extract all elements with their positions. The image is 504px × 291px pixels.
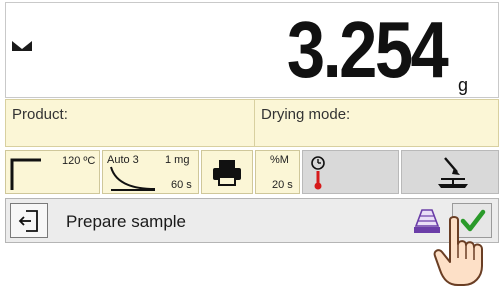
print-interval-value: %M (270, 154, 289, 166)
drying-mode-label: Drying mode: (261, 106, 351, 123)
balance-screen: 3.254 g Product: Drying mode: 120 ºC Aut… (0, 0, 504, 291)
action-bar: Prepare sample (5, 198, 499, 243)
finish-interval: 60 s (171, 179, 192, 191)
print-interval-tile[interactable]: %M 20 s (255, 150, 300, 194)
pointing-hand-icon (433, 216, 483, 286)
exit-button[interactable] (10, 203, 48, 238)
drying-temperature: 120 ºC (62, 155, 96, 167)
printer-tile[interactable] (201, 150, 253, 194)
clock-thermometer-icon (311, 156, 325, 190)
product-field[interactable]: Product: (6, 100, 255, 146)
stable-weight-icon (12, 41, 32, 51)
print-interval-time: 20 s (272, 179, 293, 191)
drying-mode-field[interactable]: Drying mode: (255, 100, 498, 146)
finish-threshold: 1 mg (165, 154, 190, 166)
mass-readout: 3.254 (286, 5, 449, 94)
temperature-timer-tile[interactable] (302, 150, 399, 194)
parameter-bar: 120 ºC Auto 3 1 mg 60 s %M 20 s (5, 150, 499, 194)
exit-icon (18, 210, 38, 232)
sample-pan-arrow-icon (438, 157, 468, 188)
finish-mode-tile[interactable]: Auto 3 1 mg 60 s (102, 150, 199, 194)
drying-profile-tile[interactable]: 120 ºC (5, 150, 100, 194)
prepare-sample-label: Prepare sample (66, 212, 187, 231)
mass-unit: g (457, 75, 468, 95)
weighing-display: 3.254 g (5, 2, 499, 98)
auto-finish-curve-icon (110, 166, 156, 191)
pan-action-tile[interactable] (401, 150, 499, 194)
info-bar: Product: Drying mode: (5, 99, 499, 147)
standard-profile-icon (10, 158, 41, 190)
product-label: Product: (12, 106, 68, 123)
printer-icon (213, 160, 241, 186)
